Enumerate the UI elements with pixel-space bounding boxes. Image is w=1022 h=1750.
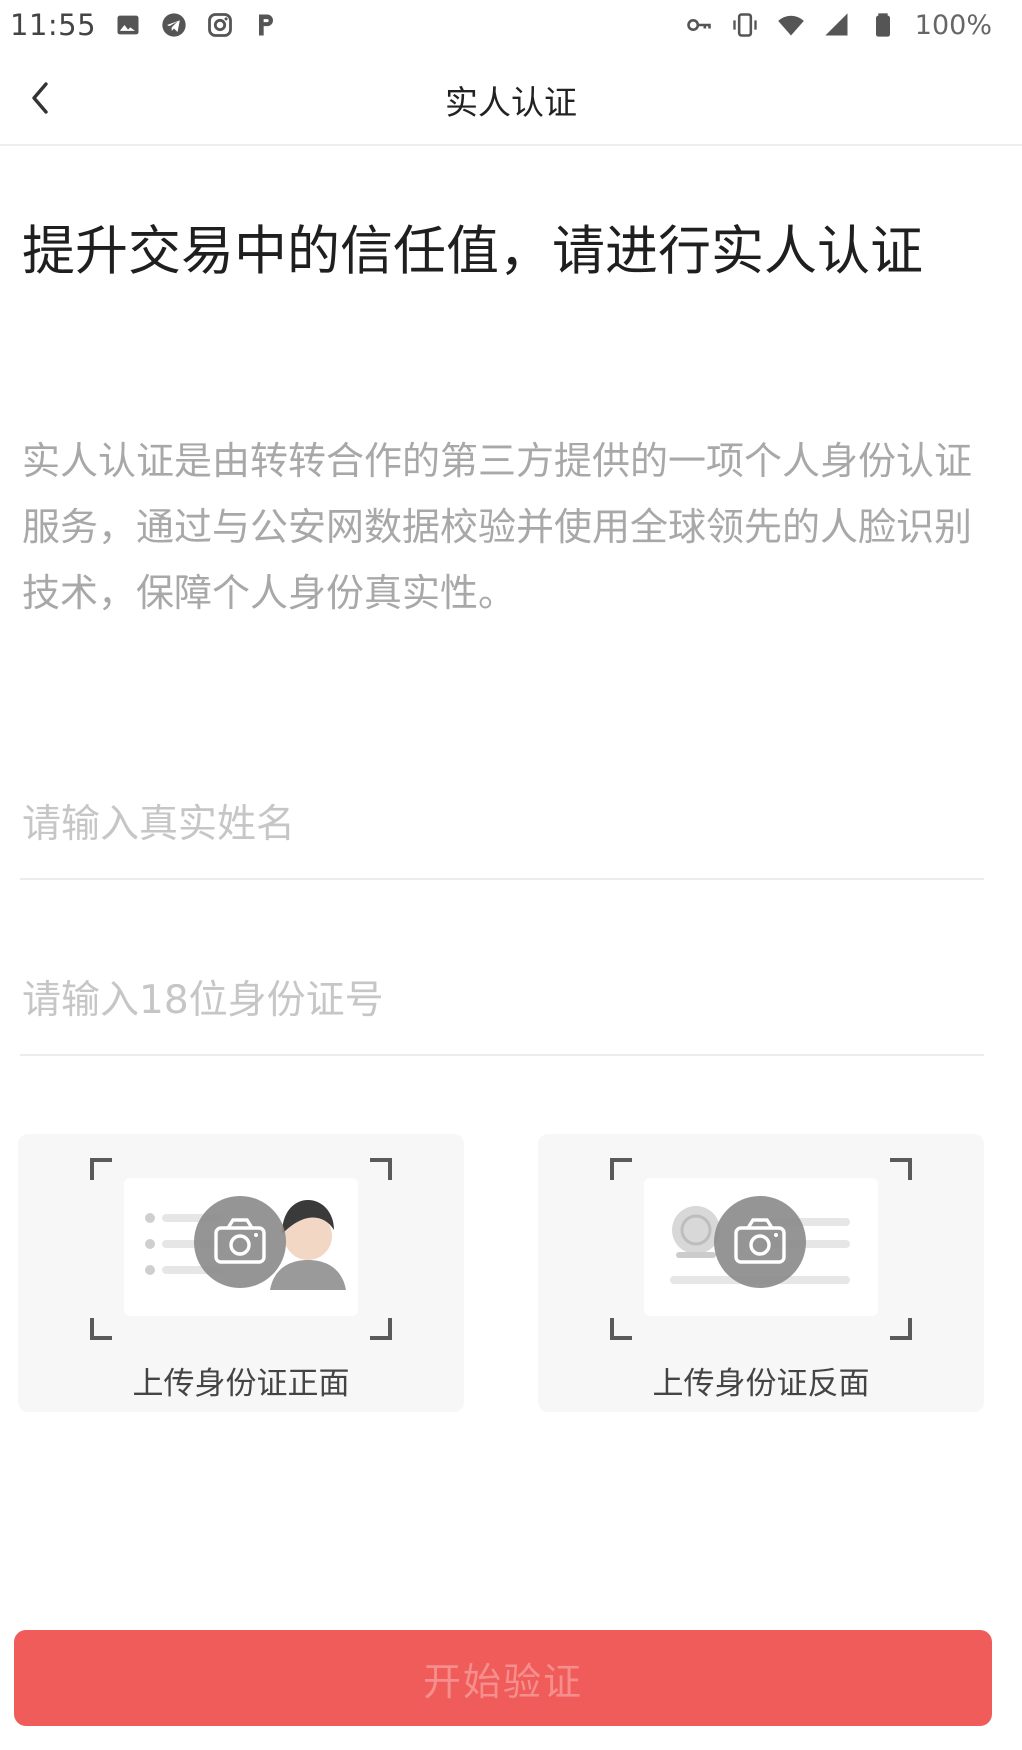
camera-icon [714,1196,806,1288]
real-name-input[interactable] [20,770,984,878]
start-verification-label: 开始验证 [422,1661,583,1704]
description-text: 实人认证是由转转合作的第三方提供的一项个人身份认证服务，通过与公安网数据校验并使… [22,439,973,615]
signal-icon [823,11,851,39]
start-verification-button[interactable]: 开始验证 [14,1630,992,1726]
status-right: 100% [685,10,992,41]
id-front-illustration [90,1158,392,1340]
upload-id-front-button[interactable]: 上传身份证正面 [18,1134,464,1412]
real-name-field [20,770,984,880]
instagram-icon [206,11,234,39]
upload-id-back-button[interactable]: 上传身份证反面 [538,1134,984,1412]
page-title: 实人认证 [445,83,577,122]
wifi-icon [777,11,805,39]
id-number-field [20,946,984,1056]
status-bar: 11:55 100% [0,0,1022,50]
battery-icon [869,11,897,39]
telegram-icon [160,11,188,39]
upload-id-front-label: 上传身份证正面 [132,1366,350,1402]
real-name-verification-screen: 11:55 100% 实人认证 提升交易中的信任值，请进行实人认证 实人认证是由… [0,0,1022,1750]
upload-id-back-label: 上传身份证反面 [652,1366,870,1402]
id-back-illustration [610,1158,912,1340]
headline: 提升交易中的信任值，请进行实人认证 [22,221,923,282]
battery-percentage: 100% [914,9,992,41]
camera-icon [194,1196,286,1288]
p-app-icon [252,11,280,39]
status-time: 11:55 [10,8,97,42]
vibrate-icon [731,11,759,39]
status-left: 11:55 [10,8,280,42]
id-number-input[interactable] [20,946,984,1054]
nav-bar: 实人认证 [0,50,1022,146]
key-icon [685,11,713,39]
image-icon [114,11,142,39]
